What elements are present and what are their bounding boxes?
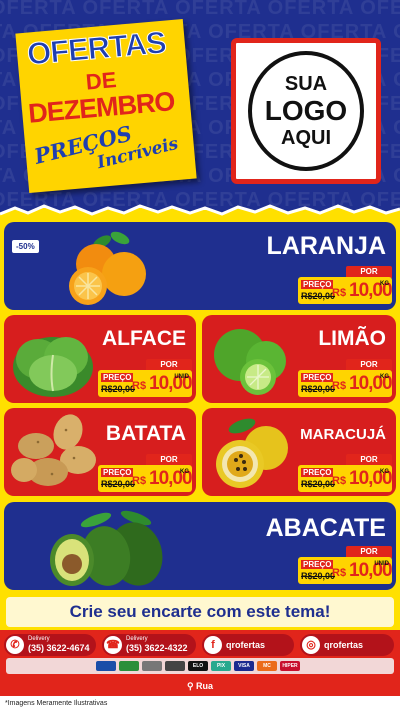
price-main: PREÇO R$20,00 R$ 10,00 KG — [298, 277, 393, 304]
price-unit: KG — [380, 374, 389, 380]
visa-icon: VISA — [234, 661, 254, 671]
price-preco-label: PREÇO — [301, 280, 334, 289]
product-card-laranja[interactable]: -50% LARANJA POR PREÇO R$20,00 R$ 10,00 … — [4, 222, 396, 310]
lime-icon — [214, 329, 286, 395]
contact-small-label: Delivery — [28, 636, 50, 642]
phone-icon: ☎ — [104, 636, 122, 654]
price-unit: UNID — [374, 561, 389, 567]
logo-line-1: SUA — [284, 73, 328, 95]
price-unit: KG — [380, 469, 389, 475]
currency: R$ — [332, 567, 347, 579]
price-main: PREÇO R$20,00 R$ 10,00 KG — [298, 370, 393, 397]
cta-banner[interactable]: Crie seu encarte com este tema! — [6, 597, 394, 627]
potato-icon — [11, 414, 96, 486]
facebook-handle: qrofertas — [226, 640, 266, 650]
price-tag: POR PREÇO R$20,00 R$ 10,00 KG — [98, 454, 193, 492]
currency: R$ — [332, 287, 347, 299]
logo-circle: SUA LOGO AQUI — [248, 51, 364, 171]
old-price: R$20,00 — [101, 384, 136, 394]
logo-line-3: AQUI — [281, 127, 331, 149]
price-unit: UNID — [174, 374, 189, 380]
currency: R$ — [132, 380, 147, 392]
product-name: BATATA — [105, 422, 186, 445]
currency: R$ — [332, 380, 347, 392]
title-ofertas: OFERTAS — [25, 24, 167, 72]
contact-instagram[interactable]: ◎ qrofertas — [300, 634, 394, 656]
footer: ✆ Delivery (35) 3622-4674 ☎ Delivery (35… — [0, 630, 400, 711]
product-card-limao[interactable]: LIMÃO POR PREÇO R$20,00 R$ 10,00 KG — [202, 315, 396, 403]
pix-icon: PIX — [211, 661, 231, 671]
contact-facebook[interactable]: f qrofertas — [202, 634, 294, 656]
old-price: R$20,00 — [301, 571, 336, 581]
price-preco-label: PREÇO — [301, 373, 334, 382]
facebook-icon: f — [204, 636, 222, 654]
price-main: PREÇO R$20,00 R$ 10,00 UNID — [98, 370, 193, 397]
money-icon — [119, 661, 139, 671]
avocado-icon — [50, 510, 163, 586]
product-name: MARACUJÁ — [300, 426, 386, 443]
price-main: PREÇO R$20,00 R$ 10,00 UNID — [298, 557, 393, 584]
product-name: ABACATE — [265, 514, 386, 542]
old-price: R$20,00 — [301, 384, 336, 394]
contact-phone-2[interactable]: ☎ Delivery (35) 3622-4322 — [102, 634, 196, 656]
price-tag: POR PREÇO R$20,00 R$ 10,00 KG — [298, 454, 393, 492]
torn-paper-edge — [0, 204, 400, 224]
price-tag: POR PREÇO R$20,00 R$ 10,00 UNID — [298, 546, 393, 584]
disclaimer: *Imagens Meramente Ilustrativas — [0, 696, 400, 711]
price-preco-label: PREÇO — [101, 468, 134, 477]
payment-methods: ELO PIX VISA MC HIPER — [6, 658, 394, 674]
lettuce-icon — [13, 337, 93, 397]
price-tag: POR PREÇO R$20,00 R$ 10,00 KG — [298, 359, 393, 397]
old-price: R$20,00 — [301, 479, 336, 489]
product-name: LIMÃO — [318, 327, 386, 350]
price-tag: POR PREÇO R$20,00 R$ 10,00 KG — [298, 266, 393, 304]
product-card-batata[interactable]: BATATA POR PREÇO R$20,00 R$ 10,00 KG — [4, 408, 196, 496]
price-unit: KG — [180, 469, 189, 475]
price-tag: POR PREÇO R$20,00 R$ 10,00 UNID — [98, 359, 193, 397]
product-name: LARANJA — [266, 232, 386, 260]
price-preco-label: PREÇO — [101, 373, 134, 382]
elo-icon: ELO — [188, 661, 208, 671]
price-preco-label: PREÇO — [301, 560, 334, 569]
currency: R$ — [132, 475, 147, 487]
discount-badge: -50% — [12, 240, 39, 253]
price-preco-label: PREÇO — [301, 468, 334, 477]
instagram-handle: qrofertas — [324, 640, 364, 650]
header: OFERTA OFERTA OFERTA OFERTA OFERTA TA OF… — [0, 0, 400, 218]
orange-icon — [69, 231, 146, 305]
title-sticky-note: OFERTAS DE DEZEMBRO PREÇOS Incríveis — [15, 18, 197, 194]
currency: R$ — [332, 475, 347, 487]
logo-placeholder: SUA LOGO AQUI — [231, 38, 381, 184]
whatsapp-icon: ✆ — [6, 636, 24, 654]
card-icon — [142, 661, 162, 671]
price-main: PREÇO R$20,00 R$ 10,00 KG — [98, 465, 193, 492]
address: ⚲ Rua — [0, 677, 400, 695]
contact-small-label: Delivery — [126, 636, 148, 642]
hipercard-icon: HIPER — [280, 661, 300, 671]
location-pin-icon: ⚲ — [186, 681, 197, 691]
logo-line-2: LOGO — [264, 95, 348, 126]
price-unit: KG — [380, 281, 389, 287]
address-text: Rua — [196, 681, 214, 691]
old-price: R$20,00 — [101, 479, 136, 489]
card-icon — [96, 661, 116, 671]
product-card-maracuja[interactable]: MARACUJÁ POR PREÇO R$20,00 R$ 10,00 KG — [202, 408, 396, 496]
product-card-abacate[interactable]: ABACATE POR PREÇO R$20,00 R$ 10,00 UNID — [4, 502, 396, 590]
instagram-icon: ◎ — [302, 636, 320, 654]
mastercard-icon: MC — [257, 661, 277, 671]
product-card-alface[interactable]: ALFACE POR PREÇO R$20,00 R$ 10,00 UNID — [4, 315, 196, 403]
old-price: R$20,00 — [301, 291, 336, 301]
contact-whatsapp[interactable]: ✆ Delivery (35) 3622-4674 — [4, 634, 96, 656]
contact-phone: (35) 3622-4322 — [126, 643, 188, 653]
product-name: ALFACE — [102, 327, 186, 350]
contact-phone: (35) 3622-4674 — [28, 643, 90, 653]
card-icon — [165, 661, 185, 671]
price-main: PREÇO R$20,00 R$ 10,00 KG — [298, 465, 393, 492]
title-dezembro: DEZEMBRO — [27, 86, 176, 129]
passionfruit-icon — [216, 418, 288, 488]
